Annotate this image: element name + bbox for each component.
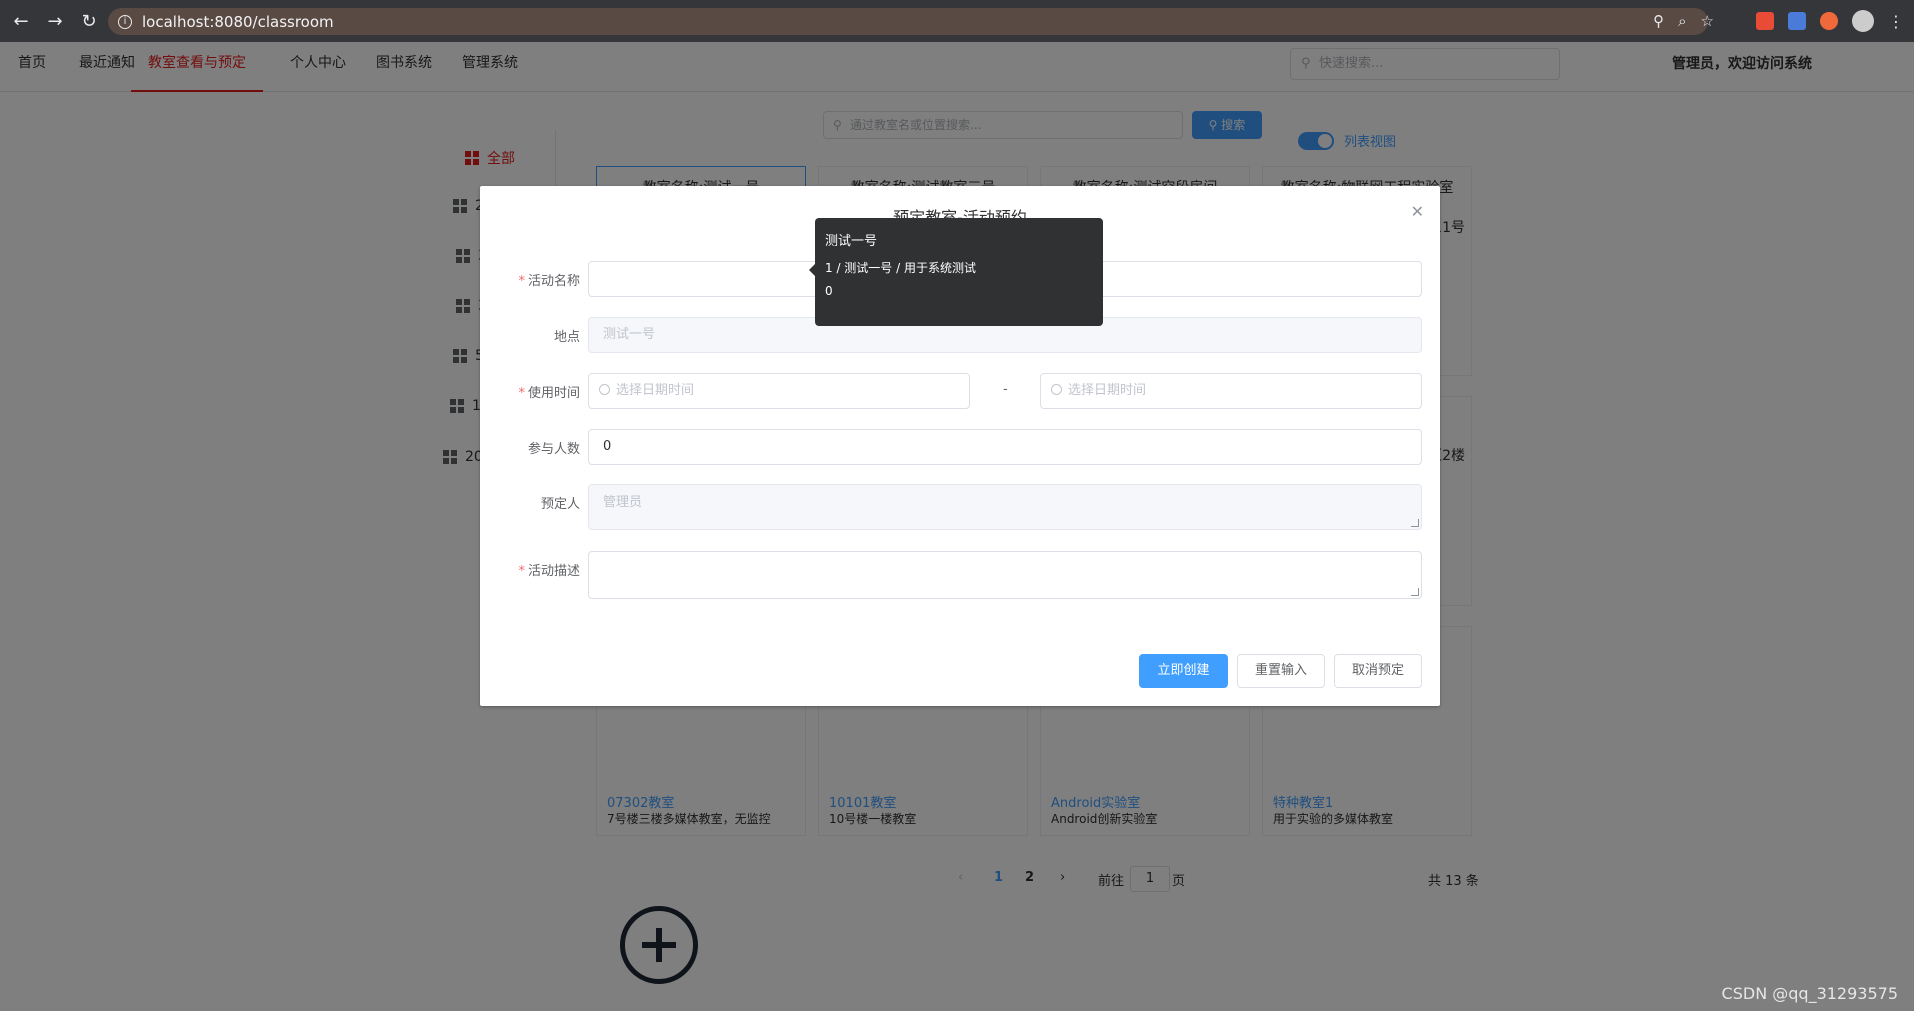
cancel-booking-button[interactable]: 取消预定 xyxy=(1334,654,1422,688)
bookmark-star-icon[interactable]: ☆ xyxy=(1701,12,1714,30)
resize-handle-icon[interactable] xyxy=(1411,588,1419,596)
close-icon[interactable]: ✕ xyxy=(1411,202,1424,221)
booker-textarea: 管理员 xyxy=(588,484,1422,530)
address-bar[interactable]: i localhost:8080/classroom xyxy=(108,8,1708,35)
clock-icon xyxy=(599,384,610,395)
tooltip-title: 测试一号 xyxy=(825,234,878,249)
location-label: 地点 xyxy=(553,330,580,345)
description-label: * 活动描述 xyxy=(518,564,580,579)
browser-menu-icon[interactable]: ⋮ xyxy=(1888,12,1904,31)
reload-icon[interactable]: ↻ xyxy=(76,8,102,34)
end-time-picker[interactable]: 选择日期时间 xyxy=(1040,373,1422,409)
time-separator: - xyxy=(1003,382,1008,397)
description-textarea[interactable] xyxy=(588,551,1422,599)
back-icon[interactable]: ← xyxy=(8,8,34,34)
url-text: localhost:8080/classroom xyxy=(142,12,334,31)
clock-icon xyxy=(1051,384,1062,395)
tooltip-count: 0 xyxy=(825,284,833,298)
extension-icon[interactable] xyxy=(1820,12,1838,30)
site-info-icon[interactable]: i xyxy=(118,14,132,29)
start-time-picker[interactable]: 选择日期时间 xyxy=(588,373,970,409)
activity-name-label: * 活动名称 xyxy=(518,274,580,289)
tooltip-details: 1 / 测试一号 / 用于系统测试 xyxy=(825,261,976,275)
booker-label: 预定人 xyxy=(540,497,580,512)
translate-extension-icon[interactable] xyxy=(1788,12,1806,30)
profile-avatar[interactable] xyxy=(1852,10,1874,32)
classroom-tooltip: 测试一号 1 / 测试一号 / 用于系统测试 0 xyxy=(809,218,1103,326)
participants-input[interactable]: 0 xyxy=(588,429,1422,465)
zoom-icon[interactable]: ⌕ xyxy=(1678,12,1686,30)
create-button[interactable]: 立即创建 xyxy=(1139,654,1228,688)
watermark: CSDN @qq_31293575 xyxy=(1721,984,1898,1003)
participants-label: 参与人数 xyxy=(527,442,580,457)
office-extension-icon[interactable] xyxy=(1756,12,1774,30)
key-icon[interactable]: ⚲ xyxy=(1653,12,1664,30)
resize-handle-icon[interactable] xyxy=(1411,519,1419,527)
browser-toolbar: ← → ↻ i localhost:8080/classroom ⚲ ⌕ ☆ ⋮ xyxy=(0,0,1914,42)
reset-button[interactable]: 重置输入 xyxy=(1237,654,1325,688)
usage-time-label: * 使用时间 xyxy=(518,386,580,401)
forward-icon[interactable]: → xyxy=(42,8,68,34)
